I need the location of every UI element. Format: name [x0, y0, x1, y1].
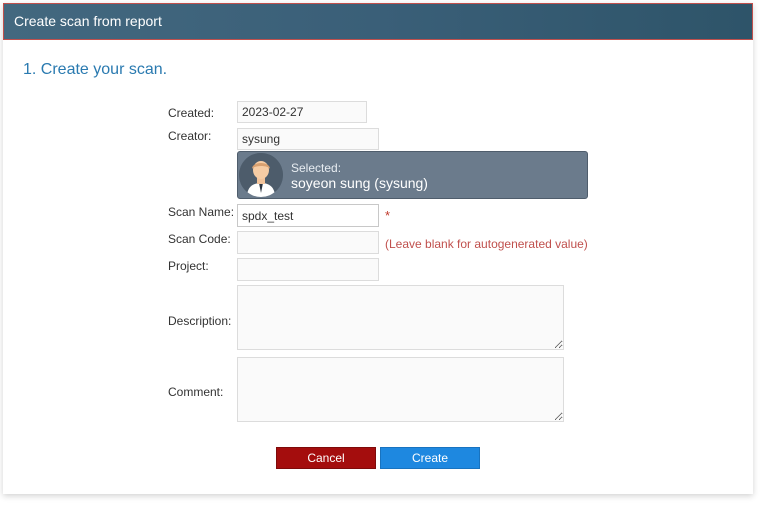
project-input[interactable] — [237, 258, 379, 281]
cancel-button[interactable]: Cancel — [276, 447, 376, 469]
selected-label: Selected: — [291, 161, 342, 175]
project-label: Project: — [168, 259, 209, 273]
scan-name-input[interactable] — [237, 204, 379, 227]
step-title: Create your scan. — [40, 61, 168, 78]
scan-code-hint: (Leave blank for autogenerated value) — [385, 237, 588, 251]
creator-field[interactable] — [237, 128, 379, 150]
scan-name-label: Scan Name: — [168, 205, 235, 219]
user-avatar-icon — [239, 153, 283, 197]
created-field[interactable] — [237, 101, 367, 123]
step-heading: 1. Create your scan. — [23, 61, 167, 79]
create-button[interactable]: Create — [380, 447, 480, 469]
scan-code-label: Scan Code: — [168, 232, 231, 246]
created-label: Created: — [168, 106, 215, 120]
dialog-title-bar: Create scan from report — [3, 3, 753, 40]
selected-creator-name: soyeon sung (sysung) — [291, 175, 428, 191]
step-number: 1. — [23, 61, 37, 78]
creator-label: Creator: — [168, 129, 212, 143]
description-textarea[interactable] — [237, 285, 564, 350]
create-scan-dialog: Create scan from report 1. Create your s… — [3, 3, 753, 494]
selected-creator-card[interactable]: Selected: soyeon sung (sysung) — [237, 151, 588, 199]
comment-label: Comment: — [168, 385, 224, 399]
description-label: Description: — [168, 314, 232, 328]
dialog-title: Create scan from report — [14, 13, 162, 29]
comment-textarea[interactable] — [237, 357, 564, 422]
required-asterisk: * — [385, 208, 391, 223]
scan-code-input[interactable] — [237, 231, 379, 254]
avatar — [239, 153, 283, 197]
